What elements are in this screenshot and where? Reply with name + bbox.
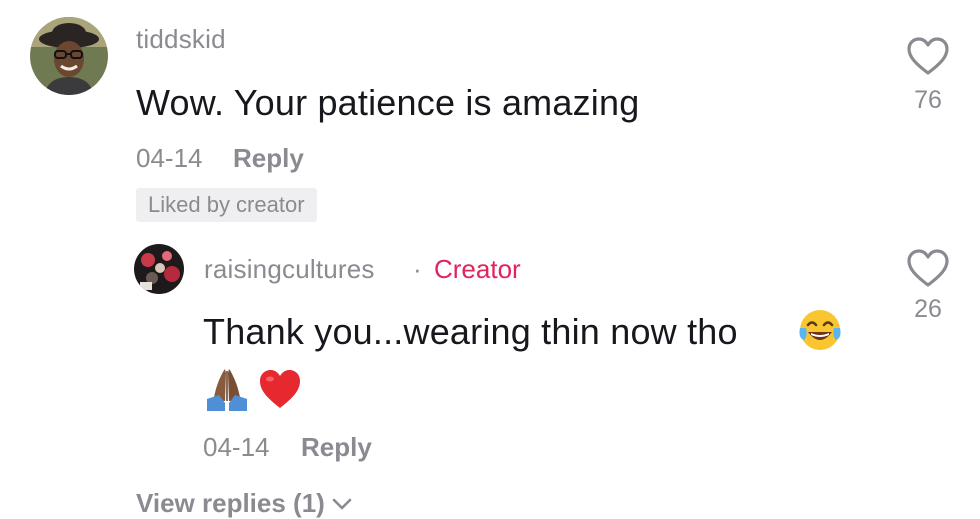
folded-hands-icon (207, 369, 247, 411)
liked-by-creator-badge: Liked by creator (136, 188, 317, 222)
reply-like-button[interactable]: 26 (898, 248, 958, 324)
reply-button[interactable]: Reply (233, 143, 304, 174)
comment-thread: tiddskid Wow. Your patience is amazing 0… (0, 0, 980, 519)
reply-date: 04-14 (203, 432, 270, 462)
heart-outline-icon[interactable] (906, 248, 950, 288)
reply-username[interactable]: raisingcultures (204, 254, 375, 285)
comment-date: 04-14 (136, 143, 203, 173)
avatar-raisingcultures[interactable] (134, 244, 184, 294)
reply-text: Thank you...wearing thin now tho (203, 311, 738, 352)
view-replies-button[interactable]: View replies (1) (136, 488, 353, 519)
reply-to-reply-button[interactable]: Reply (301, 432, 372, 463)
chevron-down-icon (332, 498, 352, 509)
comment-text: Wow. Your patience is amazing (136, 82, 640, 123)
avatar-tiddskid[interactable] (30, 17, 108, 95)
separator-dot: · (413, 254, 422, 284)
creator-tag: Creator (434, 254, 521, 284)
like-count: 76 (914, 86, 942, 114)
username[interactable]: tiddskid (136, 24, 226, 55)
reply-like-count: 26 (914, 295, 942, 323)
view-replies-label: View replies (1) (136, 488, 325, 518)
face-with-tears-of-joy-icon (799, 310, 841, 350)
red-heart-icon (260, 370, 300, 408)
like-button[interactable]: 76 (898, 36, 958, 115)
heart-outline-icon[interactable] (906, 36, 950, 76)
